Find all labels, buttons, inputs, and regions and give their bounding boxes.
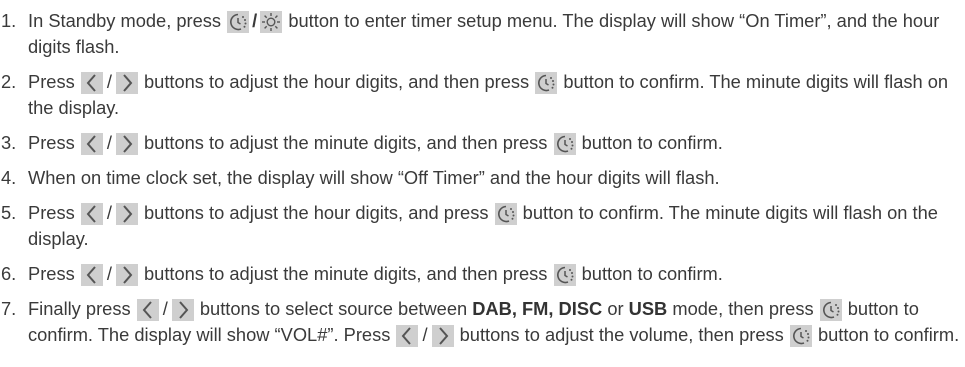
step-5: 5. Press / buttons to adjust the hour di… (0, 200, 965, 252)
step-2: 2. Press / buttons to adjust the hour di… (0, 69, 965, 121)
step-text: Press (28, 202, 80, 223)
slash-separator: / (252, 10, 258, 31)
chevron-left-icon (80, 264, 103, 286)
chevron-right-icon (115, 264, 138, 286)
chevron-left-icon (80, 203, 103, 225)
chevron-right-icon (115, 72, 138, 94)
step-text: Finally press (28, 298, 136, 319)
timer-setup-steps: 1. In Standby mode, press / button to en… (0, 8, 965, 348)
slash-separator: / (106, 132, 112, 153)
chevron-left-icon (80, 72, 103, 94)
chevron-left-icon (136, 299, 159, 321)
brightness-sun-icon (260, 11, 283, 33)
slash-separator: / (162, 298, 168, 319)
step-text: When on time clock set, the display will… (28, 167, 720, 188)
slash-separator: / (106, 202, 112, 223)
usb-mode-bold: USB (628, 298, 668, 319)
chevron-right-icon (115, 203, 138, 225)
step-text: mode, then press (667, 298, 819, 319)
timer-clock-icon (227, 11, 250, 33)
step-text: buttons to select source between (194, 298, 473, 319)
step-number: 1. (1, 10, 17, 31)
chevron-left-icon (396, 325, 419, 347)
step-number: 5. (1, 202, 17, 223)
timer-clock-icon (553, 264, 576, 286)
step-text: Press (28, 71, 80, 92)
timer-clock-icon (535, 72, 558, 94)
chevron-right-icon (431, 325, 454, 347)
chevron-left-icon (80, 133, 103, 155)
step-text: button to confirm. (576, 132, 723, 153)
step-number: 3. (1, 132, 17, 153)
step-text: buttons to adjust the volume, then press (454, 324, 789, 345)
step-text: Press (28, 263, 80, 284)
step-text: or (602, 298, 629, 319)
step-text: In Standby mode, press (28, 10, 227, 31)
timer-clock-icon (789, 325, 812, 347)
step-text: Press (28, 132, 80, 153)
source-modes-bold: DAB, FM, DISC (472, 298, 603, 319)
slash-separator: / (422, 324, 428, 345)
timer-clock-icon (819, 299, 842, 321)
step-number: 2. (1, 71, 17, 92)
slash-separator: / (106, 71, 112, 92)
step-1: 1. In Standby mode, press / button to en… (0, 8, 965, 60)
step-number: 4. (1, 167, 17, 188)
step-6: 6. Press / buttons to adjust the minute … (0, 261, 965, 287)
step-number: 6. (1, 263, 17, 284)
step-text: buttons to adjust the minute digits, and… (138, 263, 553, 284)
timer-clock-icon (553, 133, 576, 155)
step-number: 7. (1, 298, 17, 319)
step-3: 3. Press / buttons to adjust the minute … (0, 130, 965, 156)
step-text: buttons to adjust the minute digits, and… (138, 132, 553, 153)
step-text: buttons to adjust the hour digits, and p… (138, 202, 494, 223)
timer-clock-icon (494, 203, 517, 225)
step-4: 4. When on time clock set, the display w… (0, 165, 965, 191)
instructions-document: 1. In Standby mode, press / button to en… (0, 0, 965, 367)
step-text: button to confirm. (812, 324, 960, 345)
step-text: button to confirm. (576, 263, 723, 284)
chevron-right-icon (115, 133, 138, 155)
chevron-right-icon (171, 299, 194, 321)
step-text: buttons to adjust the hour digits, and t… (138, 71, 535, 92)
step-7: 7. Finally press / buttons to select sou… (0, 296, 965, 348)
slash-separator: / (106, 263, 112, 284)
